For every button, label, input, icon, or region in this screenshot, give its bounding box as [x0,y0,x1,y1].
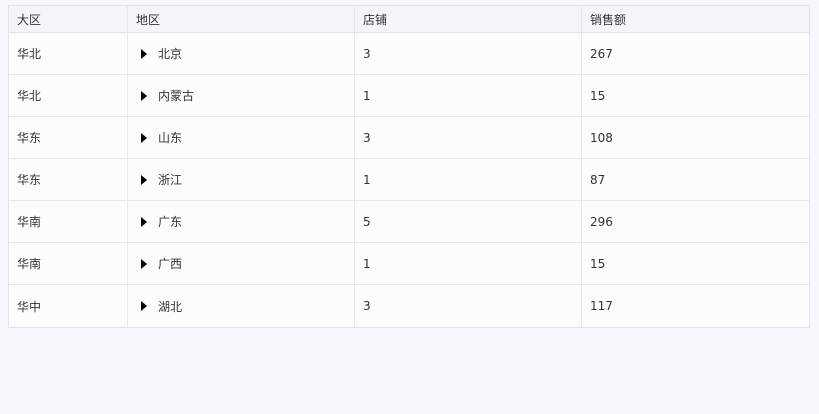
sales-cell: 87 [590,172,606,187]
region-cell: 华南 [9,243,128,284]
stores-cell: 5 [355,201,582,242]
area-cell: 湖北 [128,285,355,327]
area-cell: 广西 [128,243,355,284]
stores-cell: 1 [355,75,582,116]
stores-cell: 1 [355,159,582,200]
stores-cell: 3 [355,33,582,74]
sales-cell: 108 [590,130,613,145]
caret-right-icon[interactable] [138,174,150,186]
area-label: 山东 [158,131,183,145]
caret-right-icon[interactable] [138,132,150,144]
header-stores[interactable]: 店铺 [355,6,582,32]
area-cell: 广东 [128,201,355,242]
header-area[interactable]: 地区 [128,6,355,32]
area-label: 内蒙古 [158,89,195,103]
area-cell: 内蒙古 [128,75,355,116]
header-region[interactable]: 大区 [9,6,128,32]
table-row: 华北 北京 3 267 [9,33,809,75]
table-row: 华南 广西 1 15 [9,243,809,285]
table-row: 华东 山东 3 108 [9,117,809,159]
area-label: 广西 [158,257,183,271]
sales-cell: 15 [590,256,606,271]
stores-cell: 3 [355,285,582,327]
header-sales[interactable]: 销售额 [582,6,809,32]
region-cell: 华东 [9,117,128,158]
table-row: 华东 浙江 1 87 [9,159,809,201]
sales-cell: 296 [590,214,613,229]
region-cell: 华南 [9,201,128,242]
stores-cell: 3 [355,117,582,158]
area-label: 广东 [158,215,183,229]
sales-cell: 267 [590,46,613,61]
area-cell: 北京 [128,33,355,74]
pivot-table: 大区 地区 店铺 销售额 华北 北京 3 267 华北 内蒙古 1 15 华东 … [8,5,810,328]
table-row: 华北 内蒙古 1 15 [9,75,809,117]
table-row: 华中 湖北 3 117 [9,285,809,327]
caret-right-icon[interactable] [138,90,150,102]
area-cell: 浙江 [128,159,355,200]
sales-cell: 15 [590,88,606,103]
sales-cell: 117 [590,299,613,313]
area-label: 北京 [158,47,183,61]
stores-cell: 1 [355,243,582,284]
caret-right-icon[interactable] [138,300,150,312]
region-cell: 华中 [9,285,128,327]
caret-right-icon[interactable] [138,216,150,228]
caret-right-icon[interactable] [138,258,150,270]
region-cell: 华北 [9,33,128,74]
table-header-row: 大区 地区 店铺 销售额 [9,6,809,33]
region-cell: 华北 [9,75,128,116]
area-cell: 山东 [128,117,355,158]
area-label: 湖北 [158,299,183,314]
caret-right-icon[interactable] [138,48,150,60]
area-label: 浙江 [158,173,183,187]
region-cell: 华东 [9,159,128,200]
table-row: 华南 广东 5 296 [9,201,809,243]
